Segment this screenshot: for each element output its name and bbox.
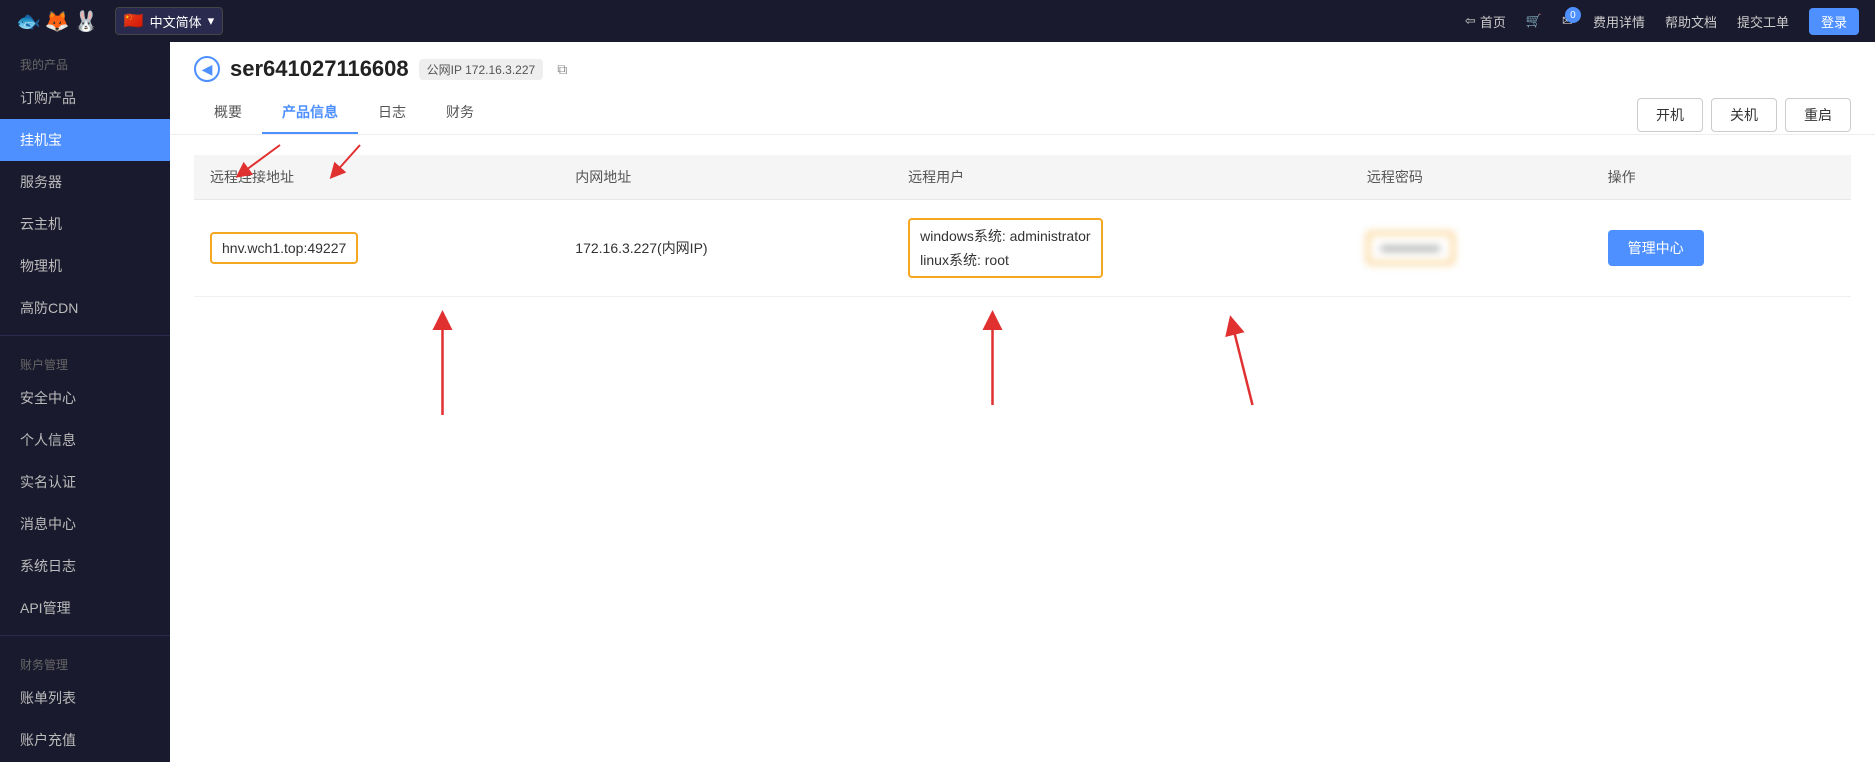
sidebar-item-order[interactable]: 订购产品 [0,77,170,119]
sidebar-item-syslog[interactable]: 系统日志 [0,545,170,587]
public-ip-badge: 公网IP 172.16.3.227 [419,59,544,80]
server-id: ser641027116608 [230,56,409,82]
ip-badge-label: 公网IP [427,63,462,77]
lang-label: 中文简体 [150,12,202,31]
sidebar-item-cloud[interactable]: 云主机 [0,203,170,245]
submit-link[interactable]: 提交工单 [1737,12,1789,31]
billing-link[interactable]: 费用详情 [1593,12,1645,31]
logo-char-3: 🐰 [74,9,99,34]
logo: 🐟 🦊 🐰 [16,9,99,34]
docs-link[interactable]: 帮助文档 [1665,12,1717,31]
logo-char-1: 🐟 [16,9,41,34]
sidebar-section-finance: 财务管理 [0,642,170,677]
tab-overview[interactable]: 概要 [194,92,262,134]
remote-user-value: windows系统: administrator linux系统: root [908,218,1102,278]
sidebar-section-account: 账户管理 [0,342,170,377]
reboot-button[interactable]: 重启 [1785,98,1851,132]
col-internal-ip: 内网地址 [559,155,892,200]
table-header-row: 远程连接地址 内网地址 远程用户 远程密码 操作 [194,155,1851,200]
home-icon: ⇦ [1465,13,1476,29]
sidebar-item-recharge[interactable]: 账户充值 [0,719,170,761]
cell-remote-pass: •••••••••••• [1351,200,1592,297]
col-remote-pass: 远程密码 [1351,155,1592,200]
power-off-button[interactable]: 关机 [1711,98,1777,132]
home-link[interactable]: ⇦ 首页 [1465,12,1506,31]
sidebar-item-guiji[interactable]: 挂机宝 [0,119,170,161]
sidebar-item-messages[interactable]: 消息中心 [0,503,170,545]
page-title-row: ◀ ser641027116608 公网IP 172.16.3.227 ⧉ [194,56,1851,82]
sidebar-item-physical[interactable]: 物理机 [0,245,170,287]
sidebar-item-realname[interactable]: 实名认证 [0,461,170,503]
sidebar: 我的产品 订购产品 挂机宝 服务器 云主机 物理机 高防CDN 账户管理 安全中… [0,42,170,762]
user-windows: windows系统: administrator [920,226,1090,246]
mail-badge: 0 [1565,7,1581,23]
sidebar-item-security[interactable]: 安全中心 [0,377,170,419]
top-nav: 🐟 🦊 🐰 🇨🇳 中文简体 ▾ ⇦ 首页 🛒 ✉ 0 费用详情 帮助文档 提交工… [0,0,1875,42]
col-remote-addr: 远程连接地址 [194,155,559,200]
cell-action: 管理中心 [1592,200,1851,297]
tab-finance[interactable]: 财务 [426,92,494,134]
user-button[interactable]: 登录 [1809,8,1859,35]
sidebar-item-cdn[interactable]: 高防CDN [0,287,170,329]
tab-product-info[interactable]: 产品信息 [262,92,358,134]
cell-internal-ip: 172.16.3.227(内网IP) [559,200,892,297]
sidebar-item-profile[interactable]: 个人信息 [0,419,170,461]
chevron-down-icon: ▾ [208,13,215,29]
flag-icon: 🇨🇳 [124,11,144,31]
cell-remote-addr: hnv.wch1.top:49227 [194,200,559,297]
logo-char-2: 🦊 [45,9,70,34]
language-selector[interactable]: 🇨🇳 中文简体 ▾ [115,7,223,35]
header-actions: 开机 关机 重启 [1637,98,1851,132]
power-on-button[interactable]: 开机 [1637,98,1703,132]
cart-icon[interactable]: 🛒 [1526,13,1542,29]
mail-button[interactable]: ✉ 0 [1562,13,1573,29]
cart-symbol: 🛒 [1526,13,1542,28]
sidebar-item-api[interactable]: API管理 [0,587,170,629]
top-nav-right: ⇦ 首页 🛒 ✉ 0 费用详情 帮助文档 提交工单 登录 [1465,8,1859,35]
sidebar-section-products: 我的产品 [0,42,170,77]
sidebar-item-bills[interactable]: 账单列表 [0,677,170,719]
tab-logs[interactable]: 日志 [358,92,426,134]
copy-icon[interactable]: ⧉ [557,61,567,78]
col-remote-user: 远程用户 [892,155,1351,200]
table-row: hnv.wch1.top:49227 172.16.3.227(内网IP) wi… [194,200,1851,297]
cell-remote-user: windows系统: administrator linux系统: root [892,200,1351,297]
ip-address: 172.16.3.227 [465,63,535,77]
page-header: ◀ ser641027116608 公网IP 172.16.3.227 ⧉ 开机… [170,42,1875,135]
col-action: 操作 [1592,155,1851,200]
tabs: 概要 产品信息 日志 财务 [194,92,1851,134]
remote-addr-value[interactable]: hnv.wch1.top:49227 [210,232,358,264]
main-content: ◀ ser641027116608 公网IP 172.16.3.227 ⧉ 开机… [170,42,1875,762]
manage-center-button[interactable]: 管理中心 [1608,230,1704,266]
password-value[interactable]: •••••••••••• [1367,232,1454,264]
user-linux: linux系统: root [920,250,1090,270]
back-button[interactable]: ◀ [194,56,220,82]
sidebar-item-server[interactable]: 服务器 [0,161,170,203]
table-section: 远程连接地址 内网地址 远程用户 远程密码 操作 hnv.wch1.top:49… [170,135,1875,317]
server-info-table: 远程连接地址 内网地址 远程用户 远程密码 操作 hnv.wch1.top:49… [194,155,1851,297]
